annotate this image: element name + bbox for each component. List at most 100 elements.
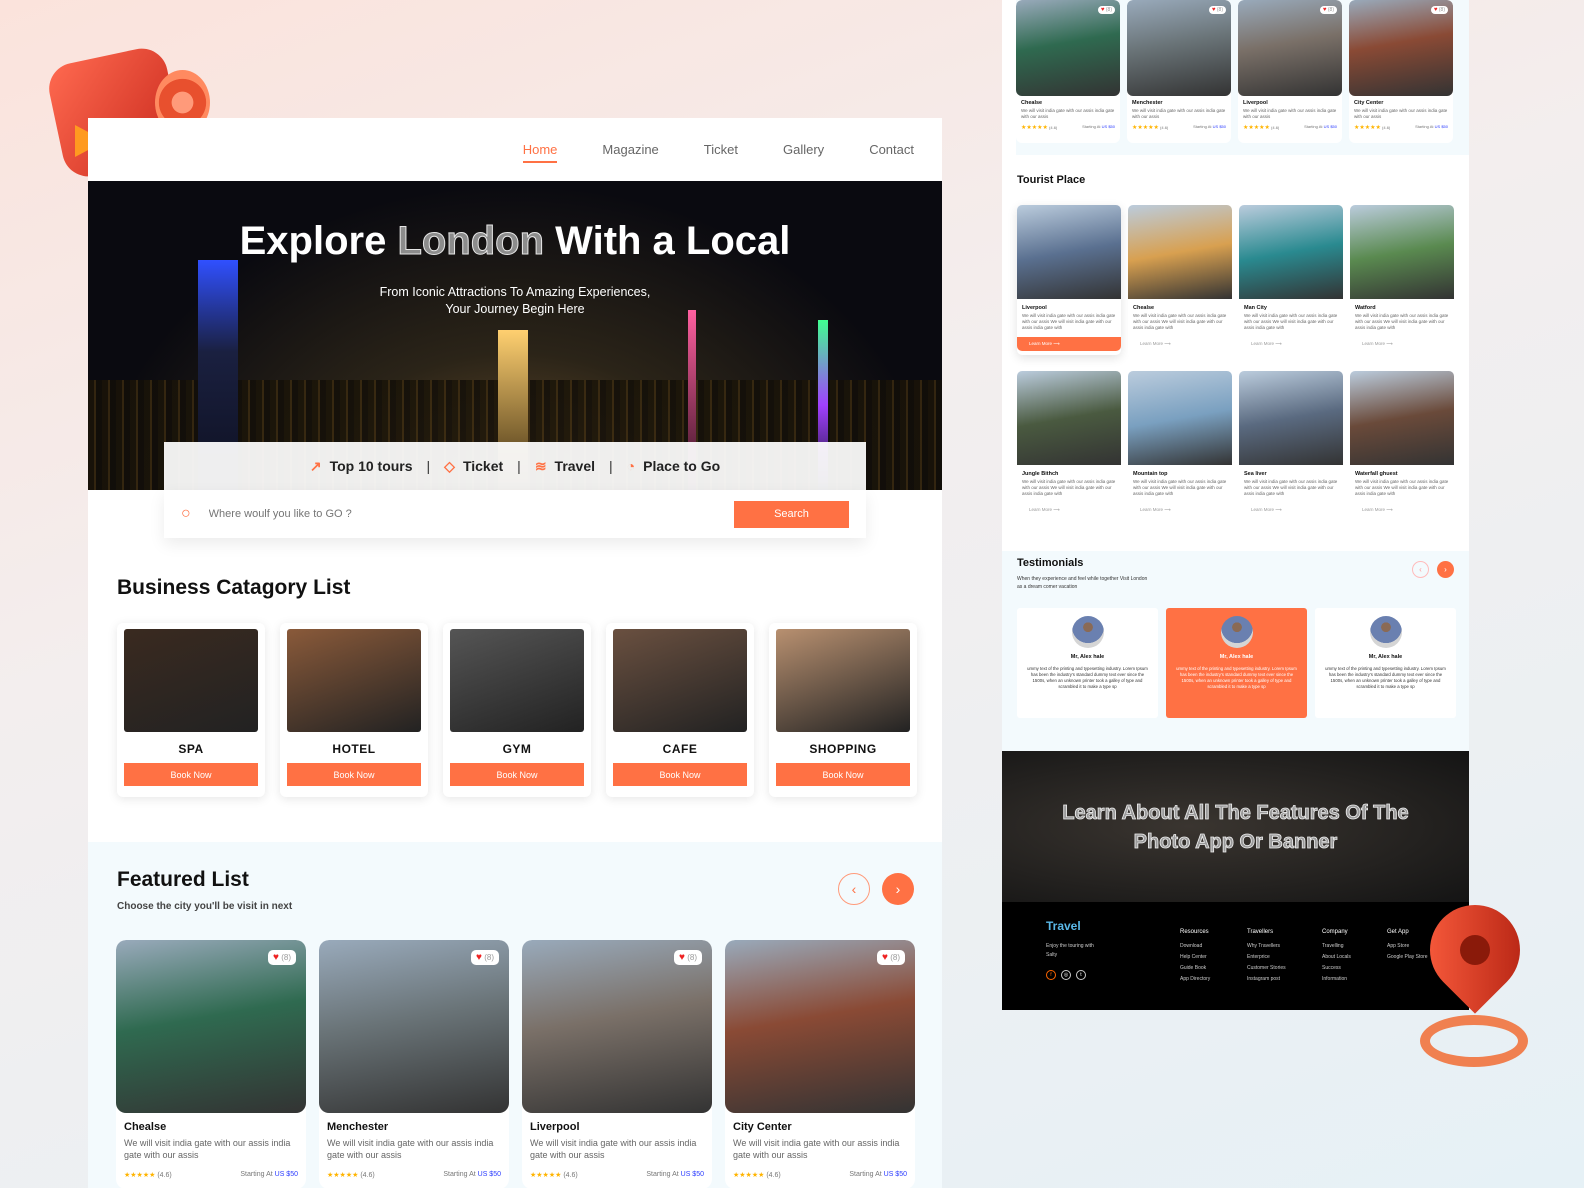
tab-1[interactable]: ◇ Ticket	[444, 458, 503, 475]
star-icon: ★★★★★	[327, 1172, 359, 1179]
learn-more-link[interactable]: Learn More ⟶	[1251, 507, 1331, 513]
book-now-button[interactable]: Book Now	[776, 763, 910, 786]
footer-link[interactable]: App Directory	[1180, 976, 1210, 982]
learn-more-link[interactable]: Learn More ⟶	[1140, 341, 1220, 347]
footer-logo[interactable]: Travel	[1046, 919, 1081, 933]
footer-link[interactable]: Instagram post	[1247, 976, 1286, 982]
testimonial-card[interactable]: Mr, Alex hale ummy text of the printing a…	[1315, 608, 1456, 718]
home-page-preview: Home Magazine Ticket Gallery Contact Explore…	[88, 118, 942, 1188]
tourist-desc: We will visit india gate with our assis …	[1355, 479, 1449, 496]
social-icon-0[interactable]: f	[1046, 970, 1056, 980]
tourist-title: Liverpool	[1022, 305, 1047, 311]
tourist-card[interactable]: Mountain top We will visit india gate wit…	[1128, 371, 1232, 521]
category-image	[450, 629, 584, 732]
like-badge[interactable]: ♥ (8)	[1430, 6, 1448, 14]
nav-ticket[interactable]: Ticket	[704, 142, 738, 163]
arrow-right-icon: ⟶	[1164, 507, 1171, 512]
footer-heading: Company	[1322, 929, 1348, 935]
footer-link[interactable]: Why Travellers	[1247, 943, 1286, 949]
like-badge[interactable]: ♥ (8)	[877, 950, 905, 965]
category-image	[776, 629, 910, 732]
like-badge[interactable]: ♥ (8)	[674, 950, 702, 965]
tourist-card[interactable]: Jungle Bithch We will visit india gate wi…	[1017, 371, 1121, 521]
book-now-button[interactable]: Book Now	[287, 763, 421, 786]
like-badge[interactable]: ♥ (8)	[1319, 6, 1337, 14]
testimonial-card[interactable]: Mr, Alex hale ummy text of the printing a…	[1017, 608, 1158, 718]
testimonial-card[interactable]: Mr, Alex hale ummy text of the printing a…	[1166, 608, 1307, 718]
tab-0[interactable]: ↗ Top 10 tours	[310, 458, 413, 475]
nav-magazine[interactable]: Magazine	[602, 142, 658, 163]
footer-link[interactable]: Success	[1322, 965, 1351, 971]
learn-more-link[interactable]: Learn More ⟶	[1029, 507, 1109, 513]
learn-more-link[interactable]: Learn More ⟶	[1140, 507, 1220, 513]
like-badge[interactable]: ♥ (8)	[471, 950, 499, 965]
testimonial-quote: ummy text of the printing and typesettin…	[1027, 666, 1148, 689]
footer-link[interactable]: Information	[1322, 976, 1351, 982]
tourist-card[interactable]: Sea liver We will visit india gate with o…	[1239, 371, 1343, 521]
price: Starting At US $50	[1415, 124, 1448, 129]
testimonials-section: Testimonials When they experience and fe…	[1002, 551, 1469, 751]
star-icon: ★★★★★	[1243, 125, 1270, 131]
learn-more-link[interactable]: Learn More ⟶	[1251, 341, 1331, 347]
tab-2[interactable]: ≋ Travel	[535, 458, 595, 475]
nav-contact[interactable]: Contact	[869, 142, 914, 163]
travel-icon: ≋	[534, 457, 547, 474]
featured-card[interactable]: ♥ (8) Liverpool We will visit india gate w…	[1238, 0, 1342, 143]
nav-gallery[interactable]: Gallery	[783, 142, 824, 163]
tab-3[interactable]: ◔ Place to Go	[627, 458, 721, 474]
footer-link[interactable]: Enterprice	[1247, 954, 1286, 960]
featured-card[interactable]: ♥ (8) Liverpool We will visit india gate w…	[522, 940, 712, 1188]
category-name: SPA	[178, 742, 204, 756]
book-now-button[interactable]: Book Now	[450, 763, 584, 786]
next-button[interactable]: ›	[882, 873, 914, 905]
featured-card[interactable]: ♥ (8) City Center We will visit india gate…	[725, 940, 915, 1188]
card-title: Chealse	[124, 1121, 167, 1133]
featured-card[interactable]: ♥ (8) Menchester We will visit india gate …	[1127, 0, 1231, 143]
learn-more-link[interactable]: Learn More ⟶	[1362, 507, 1442, 513]
learn-more-link[interactable]: Learn More ⟶	[1017, 337, 1121, 351]
star-icon: ★★★★★	[1354, 125, 1381, 131]
footer-link[interactable]: Customer Stories	[1247, 965, 1286, 971]
star-icon: ★★★★★	[1132, 125, 1159, 131]
book-now-button[interactable]: Book Now	[124, 763, 258, 786]
footer-link[interactable]: Travelling	[1322, 943, 1351, 949]
search-input[interactable]	[208, 508, 734, 520]
like-badge[interactable]: ♥ (8)	[1097, 6, 1115, 14]
search-button[interactable]: Search	[734, 500, 849, 528]
footer-link[interactable]: Guide Book	[1180, 965, 1210, 971]
social-links: f ◎ t	[1046, 970, 1086, 980]
featured-card[interactable]: ♥ (8) City Center We will visit india gate…	[1349, 0, 1453, 143]
prev-button[interactable]: ‹	[838, 873, 870, 905]
next-button[interactable]: ›	[1437, 561, 1454, 578]
tourist-card[interactable]: Chealse We will visit india gate with our…	[1128, 205, 1232, 355]
like-badge[interactable]: ♥ (8)	[268, 950, 296, 965]
category-card: CAFE Book Now	[606, 623, 754, 797]
tourist-card[interactable]: Watford We will visit india gate with our…	[1350, 205, 1454, 355]
book-now-button[interactable]: Book Now	[613, 763, 747, 786]
nav-home[interactable]: Home	[522, 142, 558, 163]
learn-more-link[interactable]: Learn More ⟶	[1362, 341, 1442, 347]
social-icon-1[interactable]: ◎	[1061, 970, 1071, 980]
tourist-card[interactable]: Liverpool We will visit india gate with o…	[1017, 205, 1121, 355]
tourist-title: Tourist Place	[1017, 174, 1086, 186]
tourist-title: Sea liver	[1244, 471, 1267, 477]
social-icon-2[interactable]: t	[1076, 970, 1086, 980]
arrow-right-icon: ⟶	[1164, 341, 1171, 346]
category-card: SHOPPING Book Now	[769, 623, 917, 797]
footer-link[interactable]: Download	[1180, 943, 1210, 949]
featured-card[interactable]: ♥ (8) Menchester We will visit india gate …	[319, 940, 509, 1188]
footer-link[interactable]: About Locals	[1322, 954, 1351, 960]
prev-button[interactable]: ‹	[1412, 561, 1429, 578]
like-badge[interactable]: ♥ (8)	[1208, 6, 1226, 14]
featured-card[interactable]: ♥ (8) Chealse We will visit india gate wit…	[116, 940, 306, 1188]
tourist-card[interactable]: Man City We will visit india gate with ou…	[1239, 205, 1343, 355]
card-desc: We will visit india gate with our assis …	[1021, 108, 1115, 119]
footer-link[interactable]: Help Center	[1180, 954, 1210, 960]
tourist-desc: We will visit india gate with our assis …	[1244, 313, 1338, 330]
featured-card[interactable]: ♥ (8) Chealse We will visit india gate wit…	[1016, 0, 1120, 143]
rating: ★★★★★ (4.6)	[733, 1172, 781, 1179]
category-name: GYM	[502, 742, 532, 756]
tourist-card[interactable]: Waterfall ghuest We will visit india gate…	[1350, 371, 1454, 521]
testimonial-name: Mr, Alex hale	[1219, 654, 1254, 660]
category-tabs: ↗ Top 10 tours | ◇ Ticket | ≋ Travel | ◔ Place to …	[164, 442, 866, 490]
